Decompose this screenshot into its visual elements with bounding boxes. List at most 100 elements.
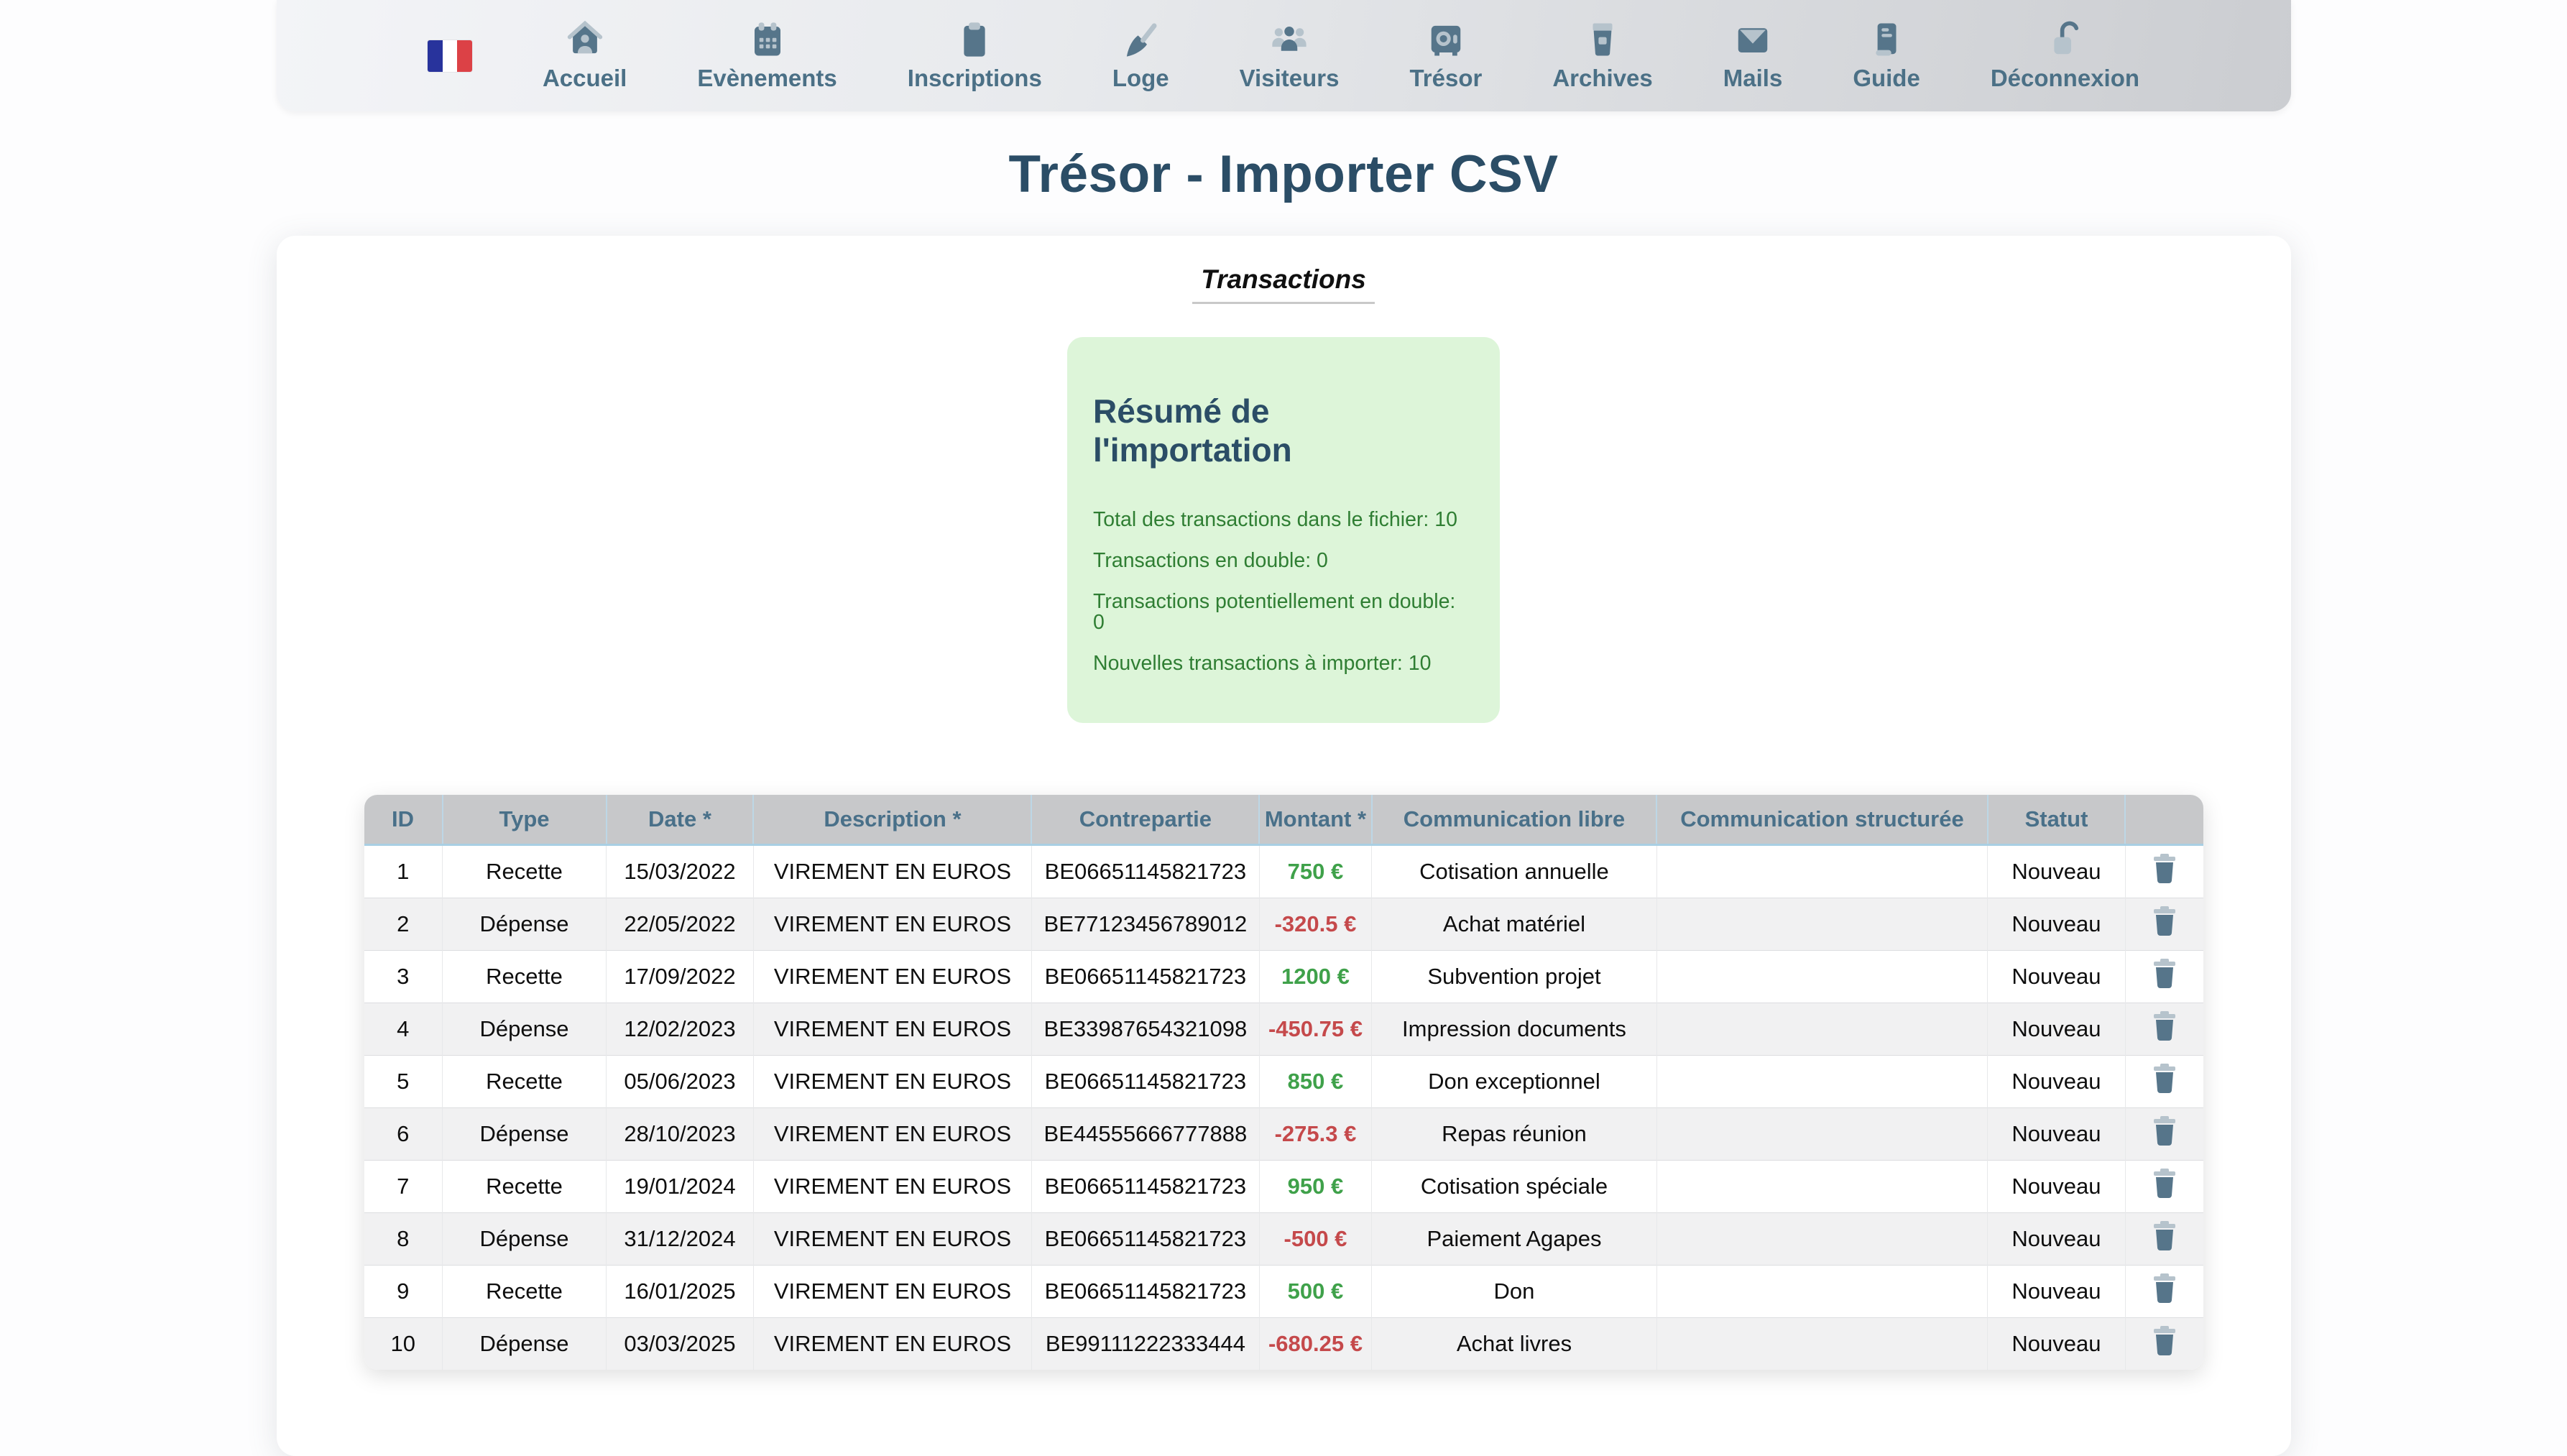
cell-contrepartie: BE77123456789012 — [1031, 898, 1259, 951]
cell-actions — [2125, 1266, 2203, 1318]
trash-icon — [2152, 928, 2177, 939]
delete-row-button[interactable] — [2152, 854, 2177, 884]
nav-item-guide[interactable]: Guide — [1853, 20, 1920, 92]
visitors-icon — [1270, 20, 1309, 59]
trash-icon — [2152, 1295, 2177, 1306]
cell-id: 7 — [364, 1161, 443, 1213]
summary-line: Total des transactions dans le fichier: … — [1093, 510, 1471, 530]
cell-description: VIREMENT EN EUROS — [753, 1318, 1031, 1370]
cell-statut: Nouveau — [1988, 1213, 2126, 1266]
delete-row-button[interactable] — [2152, 1221, 2177, 1251]
flag-stripe-red — [457, 40, 472, 72]
safe-icon — [1427, 20, 1465, 59]
cell-comm-libre: Paiement Agapes — [1372, 1213, 1657, 1266]
table-row: 5Recette05/06/2023VIREMENT EN EUROSBE066… — [364, 1056, 2203, 1108]
home-icon — [566, 20, 604, 59]
cell-id: 2 — [364, 898, 443, 951]
column-header-description: Description * — [753, 795, 1031, 845]
cell-date: 28/10/2023 — [607, 1108, 754, 1161]
cell-comm-libre: Cotisation annuelle — [1372, 845, 1657, 898]
cell-description: VIREMENT EN EUROS — [753, 1161, 1031, 1213]
nav-item-archives[interactable]: Archives — [1552, 20, 1652, 92]
cell-id: 3 — [364, 951, 443, 1003]
cell-description: VIREMENT EN EUROS — [753, 1003, 1031, 1056]
cell-comm-libre: Cotisation spéciale — [1372, 1161, 1657, 1213]
nav-item-visiteurs[interactable]: Visiteurs — [1240, 20, 1340, 92]
table-row: 4Dépense12/02/2023VIREMENT EN EUROSBE339… — [364, 1003, 2203, 1056]
cell-comm-libre: Don exceptionnel — [1372, 1056, 1657, 1108]
cell-actions — [2125, 898, 2203, 951]
nav-item-label: Visiteurs — [1240, 65, 1340, 92]
clipboard-icon — [955, 20, 994, 59]
calendar-icon — [748, 20, 787, 59]
cell-comm-structuree — [1656, 845, 1987, 898]
cell-date: 03/03/2025 — [607, 1318, 754, 1370]
import-summary-box: Résumé de l'importation Total des transa… — [1067, 337, 1500, 723]
cell-contrepartie: BE06651145821723 — [1031, 951, 1259, 1003]
book-icon — [1867, 20, 1906, 59]
delete-row-button[interactable] — [2152, 906, 2177, 936]
cell-statut: Nouveau — [1988, 845, 2126, 898]
nav-item-loge[interactable]: Loge — [1112, 20, 1169, 92]
nav-item-inscriptions[interactable]: Inscriptions — [908, 20, 1042, 92]
french-flag-icon[interactable] — [428, 40, 472, 72]
cell-comm-structuree — [1656, 1161, 1987, 1213]
unlock-icon — [2045, 20, 2084, 59]
column-header-comm-structuree: Communication structurée — [1656, 795, 1987, 845]
cell-statut: Nouveau — [1988, 1056, 2126, 1108]
nav-item-label: Evènements — [697, 65, 837, 92]
cell-type: Dépense — [443, 1318, 607, 1370]
page-title: Trésor - Importer CSV — [0, 144, 2567, 204]
cell-statut: Nouveau — [1988, 1108, 2126, 1161]
trash-icon — [2152, 875, 2177, 886]
cell-id: 5 — [364, 1056, 443, 1108]
cell-montant: 850 € — [1259, 1056, 1371, 1108]
cell-date: 17/09/2022 — [607, 951, 754, 1003]
flag-stripe-white — [443, 40, 458, 72]
delete-row-button[interactable] — [2152, 959, 2177, 989]
cell-contrepartie: BE99111222333444 — [1031, 1318, 1259, 1370]
cell-date: 22/05/2022 — [607, 898, 754, 951]
delete-row-button[interactable] — [2152, 1326, 2177, 1356]
delete-row-button[interactable] — [2152, 1169, 2177, 1199]
table-row: 3Recette17/09/2022VIREMENT EN EUROSBE066… — [364, 951, 2203, 1003]
delete-row-button[interactable] — [2152, 1011, 2177, 1041]
cell-contrepartie: BE44555666777888 — [1031, 1108, 1259, 1161]
nav-item-label: Loge — [1112, 65, 1169, 92]
cell-type: Dépense — [443, 1003, 607, 1056]
nav-item-accueil[interactable]: Accueil — [543, 20, 627, 92]
nav-item-deconnexion[interactable]: Déconnexion — [1991, 20, 2139, 92]
nav-item-label: Archives — [1552, 65, 1652, 92]
cell-description: VIREMENT EN EUROS — [753, 1266, 1031, 1318]
content-card: Transactions Résumé de l'importation Tot… — [277, 236, 2291, 1456]
table-row: 9Recette16/01/2025VIREMENT EN EUROSBE066… — [364, 1266, 2203, 1318]
cell-contrepartie: BE33987654321098 — [1031, 1003, 1259, 1056]
nav-item-label: Inscriptions — [908, 65, 1042, 92]
cell-actions — [2125, 845, 2203, 898]
cell-date: 19/01/2024 — [607, 1161, 754, 1213]
delete-row-button[interactable] — [2152, 1116, 2177, 1146]
cell-comm-structuree — [1656, 1318, 1987, 1370]
table-row: 2Dépense22/05/2022VIREMENT EN EUROSBE771… — [364, 898, 2203, 951]
flag-stripe-blue — [428, 40, 443, 72]
table-row: 6Dépense28/10/2023VIREMENT EN EUROSBE445… — [364, 1108, 2203, 1161]
cell-contrepartie: BE06651145821723 — [1031, 1056, 1259, 1108]
trash-icon — [2152, 1085, 2177, 1096]
nav-item-evenements[interactable]: Evènements — [697, 20, 837, 92]
nav-item-tresor[interactable]: Trésor — [1409, 20, 1482, 92]
trash-icon — [2152, 1243, 2177, 1253]
cell-date: 31/12/2024 — [607, 1213, 754, 1266]
cell-actions — [2125, 951, 2203, 1003]
cell-comm-structuree — [1656, 1056, 1987, 1108]
nav-item-mails[interactable]: Mails — [1723, 20, 1783, 92]
cell-description: VIREMENT EN EUROS — [753, 1213, 1031, 1266]
cell-contrepartie: BE06651145821723 — [1031, 845, 1259, 898]
delete-row-button[interactable] — [2152, 1273, 2177, 1304]
cell-comm-libre: Achat livres — [1372, 1318, 1657, 1370]
cell-type: Dépense — [443, 1108, 607, 1161]
section-heading-row: Transactions — [277, 264, 2291, 304]
cell-comm-libre: Subvention projet — [1372, 951, 1657, 1003]
delete-row-button[interactable] — [2152, 1064, 2177, 1094]
nav-items: Accueil Evènements Inscriptions Loge Visiteu… — [543, 20, 2139, 92]
cell-id: 10 — [364, 1318, 443, 1370]
